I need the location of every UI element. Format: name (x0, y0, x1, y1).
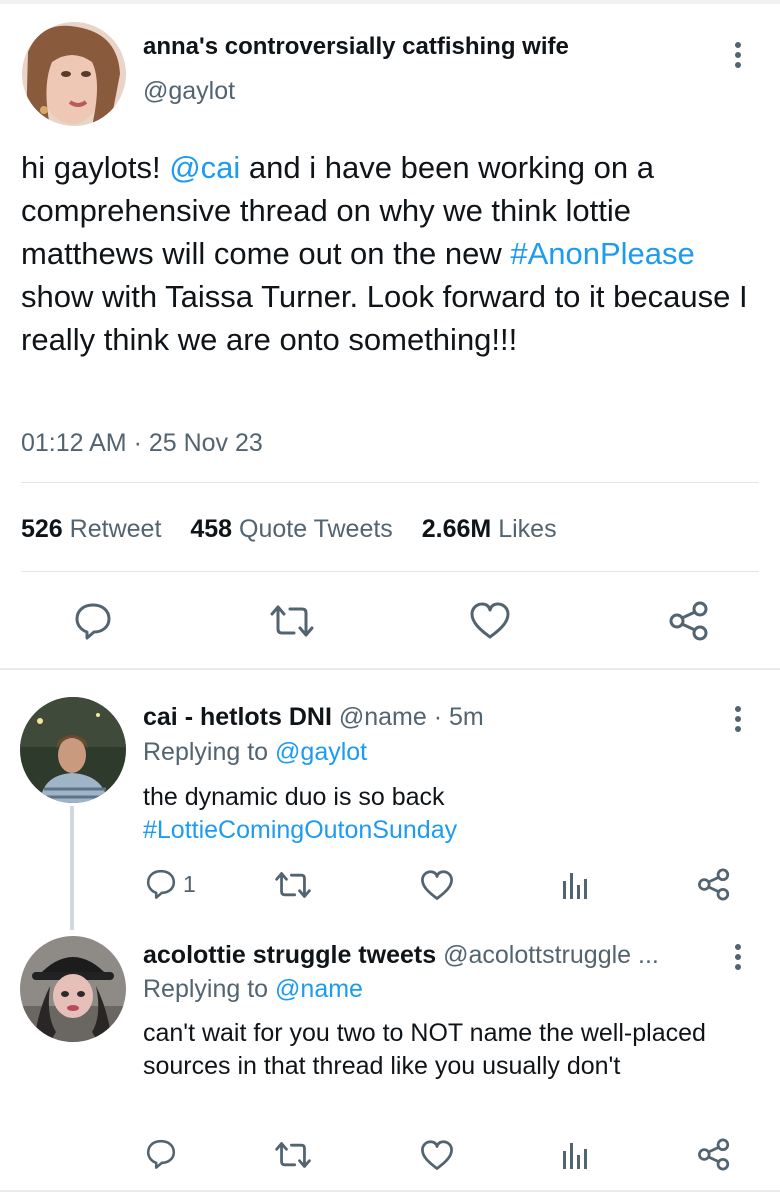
main-more-icon[interactable] (734, 42, 742, 68)
replying-to-label: Replying to (143, 975, 276, 1003)
reply-count: 1 (183, 870, 196, 897)
hashtag-link[interactable]: #AnonPlease (510, 236, 694, 271)
analytics-icon[interactable] (562, 871, 588, 899)
thread-line (70, 806, 74, 930)
like-icon[interactable] (420, 870, 454, 901)
share-icon[interactable] (697, 868, 731, 901)
reply-icon[interactable] (145, 868, 177, 900)
retweet-icon[interactable] (275, 1140, 311, 1170)
reply-time[interactable]: · 5m (434, 703, 484, 731)
retweet-icon[interactable] (275, 870, 311, 900)
analytics-icon[interactable] (562, 1141, 588, 1169)
reply-author-name[interactable]: acolottie struggle tweets (143, 941, 436, 969)
top-separator (0, 0, 780, 4)
main-tweet-text: hi gaylots! @cai and i have been working… (21, 146, 771, 361)
text-part: hi gaylots! (21, 150, 170, 185)
reply-body: the dynamic duo is so back (143, 783, 445, 811)
like-icon[interactable] (469, 602, 511, 640)
replying-to-line: Replying to @gaylot (143, 736, 367, 769)
main-author-name[interactable]: anna's controversially catfishing wife (143, 32, 569, 62)
reply-avatar[interactable] (20, 697, 126, 803)
mention-link[interactable]: @cai (169, 150, 240, 185)
reply-text: can't wait for you two to NOT name the w… (143, 1019, 706, 1080)
retweet-stat[interactable]: 526 Retweet (21, 515, 161, 543)
retweet-icon[interactable] (270, 603, 314, 639)
retweet-count: 526 (21, 515, 63, 543)
likes-label: Likes (498, 515, 557, 543)
bottom-divider (0, 1190, 780, 1192)
reply-author-handle[interactable]: @name (339, 703, 427, 731)
reply-icon[interactable] (73, 601, 113, 641)
section-divider (0, 668, 780, 670)
share-icon[interactable] (668, 601, 710, 641)
replying-to-link[interactable]: @gaylot (275, 738, 367, 766)
stats-row: 526 Retweet 458 Quote Tweets 2.66M Likes (21, 513, 557, 545)
reply-more-icon[interactable] (734, 944, 742, 970)
replying-to-link[interactable]: @name (275, 975, 363, 1003)
like-icon[interactable] (420, 1140, 454, 1171)
replying-to-line: Replying to @name (143, 973, 363, 1006)
main-timestamp[interactable]: 01:12 AM · 25 Nov 23 (21, 428, 263, 458)
hashtag-link[interactable]: #LottieComingOutonSunday (143, 814, 743, 847)
retweet-label: Retweet (69, 515, 162, 543)
reply-text: the dynamic duo is so back #LottieComing… (143, 781, 743, 847)
reply-author-handle[interactable]: @acolottstruggle ... (443, 941, 659, 969)
likes-stat[interactable]: 2.66M Likes (422, 515, 557, 543)
reply-action[interactable]: 1 (145, 868, 196, 900)
reply-header: acolottie struggle tweets @acolottstrugg… (143, 940, 659, 970)
reply-more-icon[interactable] (734, 706, 742, 732)
reply-header: cai - hetlots DNI @name · 5m (143, 702, 484, 732)
quote-stat[interactable]: 458 Quote Tweets (190, 515, 392, 543)
reply-author-name[interactable]: cai - hetlots DNI (143, 703, 332, 731)
text-part: show with Taissa Turner. Look forward to… (21, 279, 748, 357)
main-author-handle[interactable]: @gaylot (143, 76, 235, 106)
main-author-avatar[interactable] (22, 22, 126, 126)
quote-label: Quote Tweets (239, 515, 393, 543)
divider (21, 482, 759, 483)
replying-to-label: Replying to (143, 738, 276, 766)
share-icon[interactable] (697, 1138, 731, 1171)
divider (21, 571, 759, 572)
reply-icon[interactable] (145, 1138, 177, 1170)
quote-count: 458 (190, 515, 233, 543)
reply-avatar[interactable] (20, 936, 126, 1042)
likes-count: 2.66M (421, 515, 492, 543)
